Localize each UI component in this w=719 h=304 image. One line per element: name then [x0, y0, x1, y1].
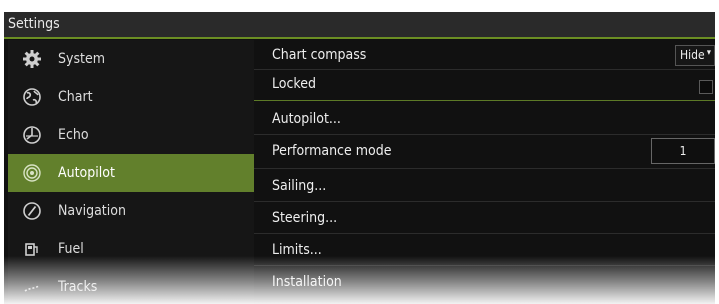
setting-row-autopilot[interactable]: Autopilot...: [254, 101, 715, 135]
setting-row-locked[interactable]: Locked: [254, 70, 715, 101]
chart-compass-dropdown[interactable]: Hide ▾: [675, 45, 715, 66]
sidebar-item-label: Navigation: [58, 203, 126, 219]
settings-content: Chart compass Hide ▾ Locked Autopilot...…: [254, 40, 715, 304]
sidebar-item-label: Tracks: [58, 279, 98, 295]
setting-row-performance-mode[interactable]: Performance mode 1: [254, 135, 715, 169]
sidebar-item-label: Chart: [58, 89, 93, 105]
setting-label: Limits...: [272, 242, 322, 258]
gear-icon: [22, 49, 42, 69]
setting-label: Installation: [272, 274, 342, 290]
sidebar-item-label: Fuel: [58, 241, 84, 257]
setting-label: Autopilot...: [272, 111, 341, 127]
setting-label: Sailing...: [272, 178, 327, 194]
settings-sidebar: System Chart Echo Autopilot Navigation F…: [8, 40, 254, 304]
window-title: Settings: [8, 16, 60, 32]
sidebar-item-label: Autopilot: [58, 165, 115, 181]
setting-row-limits[interactable]: Limits...: [254, 234, 715, 266]
performance-mode-input[interactable]: 1: [651, 138, 715, 164]
setting-label: Chart compass: [272, 47, 367, 63]
sidebar-item-label: System: [58, 51, 105, 67]
setting-label: Performance mode: [272, 143, 392, 159]
title-bar: Settings: [4, 12, 715, 38]
setting-label: Locked: [272, 76, 316, 92]
globe-icon: [22, 87, 42, 107]
setting-row-steering[interactable]: Steering...: [254, 202, 715, 234]
fuel-pump-icon: [22, 239, 42, 259]
settings-window: Settings System Chart Echo Autopilot Nav…: [4, 12, 715, 304]
sidebar-item-label: Echo: [58, 127, 89, 143]
tracks-icon: [22, 277, 42, 297]
sidebar-item-fuel[interactable]: Fuel: [8, 230, 254, 268]
dropdown-value: Hide: [680, 48, 705, 62]
sidebar-item-tracks[interactable]: Tracks: [8, 268, 254, 304]
autopilot-icon: [22, 163, 42, 183]
setting-label: Steering...: [272, 210, 338, 226]
setting-row-installation[interactable]: Installation: [254, 266, 715, 304]
sonar-icon: [22, 125, 42, 145]
sidebar-item-system[interactable]: System: [8, 40, 254, 78]
chevron-down-icon: ▾: [706, 48, 711, 58]
sidebar-item-autopilot[interactable]: Autopilot: [8, 154, 254, 192]
sidebar-item-chart[interactable]: Chart: [8, 78, 254, 116]
setting-row-sailing[interactable]: Sailing...: [254, 169, 715, 202]
setting-row-chart-compass[interactable]: Chart compass Hide ▾: [254, 40, 715, 70]
locked-checkbox[interactable]: [699, 80, 713, 94]
compass-icon: [22, 201, 42, 221]
title-accent-line: [4, 37, 715, 39]
sidebar-item-echo[interactable]: Echo: [8, 116, 254, 154]
sidebar-item-navigation[interactable]: Navigation: [8, 192, 254, 230]
